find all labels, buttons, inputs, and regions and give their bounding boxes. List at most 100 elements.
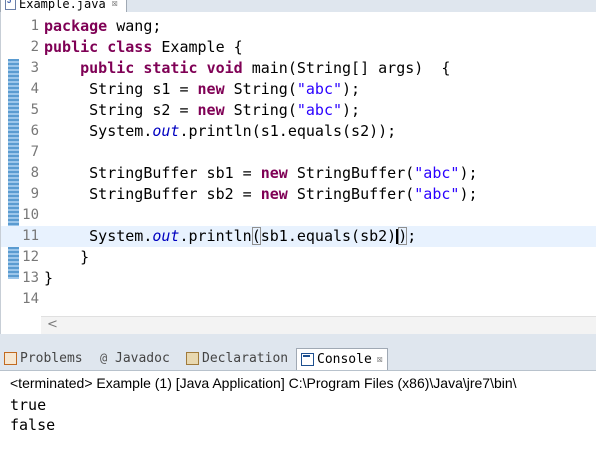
close-icon[interactable]: ☒ <box>377 354 383 365</box>
declaration-icon <box>186 352 199 365</box>
code-text: } <box>44 247 89 268</box>
code-line[interactable]: 5 String s2 = new String("abc"); <box>1 100 596 121</box>
matching-bracket: ) <box>398 227 408 245</box>
keyword-token: static <box>143 59 198 77</box>
line-number: 8 <box>30 165 39 181</box>
code-editor[interactable]: 1 package wang; 2 public class Example {3 p… <box>0 12 596 334</box>
tab-problems-label: Problems <box>20 351 83 366</box>
code-text: StringBuffer sb2 = new StringBuffer("abc… <box>44 184 478 205</box>
code-token: ); <box>459 185 478 203</box>
code-line[interactable]: 14 <box>1 289 596 310</box>
code-token: StringBuffer sb1 = <box>44 164 261 182</box>
line-number: 6 <box>30 123 39 139</box>
line-number: 2 <box>30 39 39 55</box>
editor-tab-bar: Example.java ☒ <box>0 0 596 12</box>
code-token: ); <box>342 101 361 119</box>
code-text: String s1 = new String("abc"); <box>44 79 360 100</box>
console-icon <box>301 353 314 366</box>
code-line[interactable]: 6 System.out.println(s1.equals(s2)); <box>1 121 596 142</box>
line-number: 10 <box>22 207 39 223</box>
tab-declaration-label: Declaration <box>202 351 289 366</box>
matching-bracket: ( <box>251 227 261 245</box>
code-token: StringBuffer sb2 = <box>44 185 261 203</box>
code-token: } <box>44 248 90 266</box>
close-icon[interactable]: ☒ <box>112 0 118 9</box>
code-token: ); <box>459 164 478 182</box>
code-token: wang; <box>107 17 162 35</box>
tab-problems[interactable]: Problems <box>4 348 83 369</box>
line-number: 7 <box>30 144 39 160</box>
code-line[interactable]: 11 System.out.println(sb1.equals(sb2)); <box>1 226 596 247</box>
code-text: public class Example { <box>44 37 243 58</box>
line-number: 12 <box>22 249 39 265</box>
editor-tab-example-java[interactable]: Example.java ☒ <box>0 0 127 12</box>
tab-console-label: Console <box>317 352 372 367</box>
code-line[interactable]: 7 <box>1 142 596 163</box>
field-token: out <box>152 227 180 245</box>
javadoc-icon: @ <box>100 351 108 365</box>
string-token: "abc" <box>296 101 343 119</box>
code-line[interactable]: 13} <box>1 268 596 289</box>
line-number: 5 <box>30 102 39 118</box>
string-token: "abc" <box>414 185 460 203</box>
line-number: 3 <box>30 60 39 76</box>
code-line[interactable]: 1 package wang; <box>1 16 596 37</box>
code-text: public static void main(String[] args) { <box>44 58 450 79</box>
problems-icon <box>4 352 17 365</box>
tab-javadoc-label: Javadoc <box>115 351 170 366</box>
code-text: } <box>44 268 53 289</box>
string-token: "abc" <box>296 80 343 98</box>
code-token: Example { <box>152 38 243 56</box>
code-text: String s2 = new String("abc"); <box>44 100 360 121</box>
horizontal-scrollbar[interactable]: < <box>41 316 596 334</box>
code-token: .println <box>179 227 252 245</box>
code-token: StringBuffer( <box>287 164 415 182</box>
code-line[interactable]: 12 } <box>1 247 596 268</box>
line-number: 9 <box>30 186 39 202</box>
line-number: 14 <box>22 291 39 307</box>
keyword-token: new <box>260 164 288 182</box>
code-text: System.out.println(sb1.equals(sb2)); <box>44 226 416 247</box>
tab-javadoc[interactable]: @ Javadoc <box>100 348 170 369</box>
code-token: ); <box>342 80 361 98</box>
keyword-token: void <box>206 59 243 77</box>
code-token: System. <box>44 122 153 140</box>
keyword-token: class <box>107 38 153 56</box>
line-number: 11 <box>22 228 39 244</box>
code-token: main(String[] args) { <box>242 59 451 77</box>
code-token: } <box>44 269 54 287</box>
field-token: out <box>152 122 180 140</box>
code-text: StringBuffer sb1 = new StringBuffer("abc… <box>44 163 478 184</box>
code-token: StringBuffer( <box>287 185 415 203</box>
code-text: System.out.println(s1.equals(s2)); <box>44 121 396 142</box>
editor-tab-label: Example.java <box>19 0 106 11</box>
code-text: package wang; <box>44 16 161 37</box>
code-line[interactable]: 3 public static void main(String[] args)… <box>1 58 596 79</box>
java-file-icon <box>5 0 16 10</box>
code-line[interactable]: 10 <box>1 205 596 226</box>
tab-console[interactable]: Console ☒ <box>296 348 388 370</box>
code-line[interactable]: 4 String s1 = new String("abc"); <box>1 79 596 100</box>
code-token: String( <box>224 80 297 98</box>
string-token: "abc" <box>414 164 460 182</box>
code-token: String s1 = <box>44 80 198 98</box>
code-line[interactable]: 9 StringBuffer sb2 = new StringBuffer("a… <box>1 184 596 205</box>
code-line[interactable]: 8 StringBuffer sb1 = new StringBuffer("a… <box>1 163 596 184</box>
console-view[interactable]: <terminated> Example (1) [Java Applicati… <box>0 371 596 464</box>
tab-declaration[interactable]: Declaration <box>186 348 288 369</box>
keyword-token: new <box>197 101 225 119</box>
keyword-token: new <box>197 80 225 98</box>
pane-separator[interactable] <box>0 334 596 346</box>
code-token: System. <box>44 227 153 245</box>
scroll-left-arrow-icon[interactable]: < <box>47 317 58 332</box>
code-token: sb1.equals(sb2) <box>260 227 397 245</box>
keyword-token: new <box>260 185 288 203</box>
console-status: <terminated> Example (1) [Java Applicati… <box>10 375 517 391</box>
console-output-line: false <box>10 416 56 434</box>
code-token: String s2 = <box>44 101 198 119</box>
code-token: .println(s1.equals(s2)); <box>179 122 397 140</box>
code-line[interactable]: 2 public class Example { <box>1 37 596 58</box>
views-tab-bar: Problems @ Javadoc Declaration Console ☒ <box>0 346 596 371</box>
